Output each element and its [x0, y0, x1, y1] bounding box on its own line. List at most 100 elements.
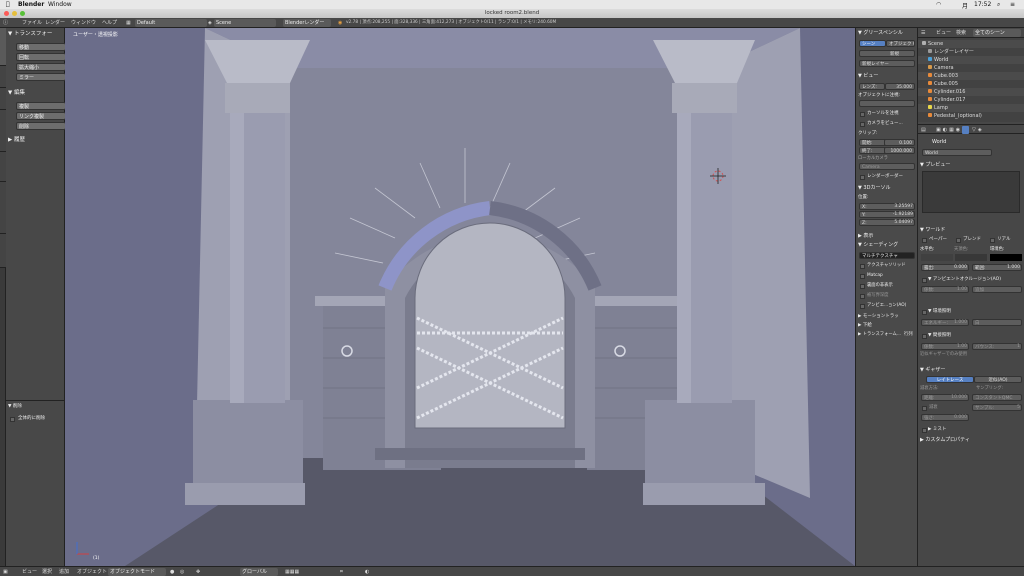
env-light-panel-header[interactable]: ▼ 環境照明 [928, 308, 951, 316]
search-icon[interactable]: ⌕ [997, 1, 1000, 9]
lock-cursor-checkbox[interactable] [860, 112, 865, 117]
ao-factor-value[interactable]: 1.00 [948, 286, 969, 293]
menu-render[interactable]: レンダー [45, 19, 65, 27]
background-panel-header[interactable]: ▶ 下絵 [858, 322, 872, 330]
blend-sky-checkbox[interactable] [956, 238, 961, 243]
ao-checkbox[interactable] [922, 278, 927, 283]
manipulator-icon[interactable]: ✥ [196, 568, 200, 576]
menu-list-icon[interactable]: ≡ [1010, 1, 1015, 8]
outliner-menu-view[interactable]: ビュー [936, 29, 951, 37]
clip-start-value[interactable]: 0.100 [884, 139, 915, 146]
editor-type-icon[interactable]: ⓘ [3, 19, 8, 27]
approximate-button[interactable]: 近似(AO) [974, 376, 1022, 383]
gather-panel-header[interactable]: ▼ ギャザー [920, 366, 945, 374]
mirror-button[interactable]: ミラー [16, 73, 66, 81]
world-panel-header[interactable]: ▼ ワールド [920, 226, 945, 234]
outliner-editor-icon[interactable]: ☰ [921, 29, 925, 37]
camera-view-checkbox[interactable] [860, 122, 865, 127]
strength-value[interactable]: 0.000 [944, 414, 969, 421]
render-icon[interactable]: ◐ [365, 568, 369, 576]
paper-sky-checkbox[interactable] [922, 238, 927, 243]
outliner-row[interactable]: Scene [918, 40, 1024, 48]
delete-operator-header[interactable]: ▼ 削除 [8, 403, 22, 411]
lens-value[interactable]: 35.000 [885, 83, 915, 90]
cursor-panel-header[interactable]: ▼ 3Dカーソル [858, 184, 890, 192]
close-icon[interactable] [4, 11, 9, 16]
backface-checkbox[interactable] [860, 284, 865, 289]
menu-app-blender[interactable]: Blender [18, 1, 44, 8]
delete-global-checkbox[interactable] [10, 417, 15, 422]
env-light-checkbox[interactable] [922, 310, 927, 315]
zenith-color-swatch[interactable] [955, 254, 987, 261]
menu-file[interactable]: ファイル [22, 19, 42, 27]
transform-orient-header[interactable]: ▶ トランスフォーム... [858, 331, 901, 339]
layout-icon[interactable]: ▦ [126, 19, 131, 27]
pivot-icon[interactable]: ◎ [180, 568, 184, 576]
scale-button[interactable]: 拡大縮小 [16, 63, 66, 71]
delete-button[interactable]: 削除 [16, 122, 66, 130]
dof-checkbox[interactable] [860, 294, 865, 299]
zoom-icon[interactable] [20, 11, 25, 16]
lock-object-field[interactable] [859, 100, 915, 107]
layout-select[interactable]: Default [135, 19, 207, 27]
range-value[interactable]: 1.000 [992, 264, 1022, 271]
outliner-row[interactable]: World [918, 56, 1024, 64]
engine-select[interactable]: Blenderレンダー [283, 19, 331, 27]
grease-new-button[interactable]: 新規 [859, 50, 915, 57]
outliner-filter-select[interactable]: 全てのシーン [973, 29, 1021, 37]
outliner-row[interactable]: Lamp [918, 104, 1024, 112]
minimize-icon[interactable] [12, 11, 17, 16]
falloff-checkbox[interactable] [922, 406, 927, 411]
edit-panel-header[interactable]: ▼ 編集 [8, 89, 25, 97]
transform-panel-header[interactable]: ▼ トランスフォー [8, 30, 52, 38]
sampling-select[interactable]: コンスタントQMC [972, 394, 1022, 401]
vp-menu-add[interactable]: 追加 [59, 568, 69, 576]
horizon-color-swatch[interactable] [921, 254, 953, 261]
grease-pencil-header[interactable]: ▼ グリースペンシル [858, 29, 903, 37]
shading-icon[interactable]: ● [170, 568, 174, 576]
grease-tab-scene[interactable]: シーン [859, 40, 886, 47]
orientation-select[interactable]: グローバル [240, 568, 278, 576]
outliner-row[interactable]: Cylinder.016 [918, 88, 1024, 96]
outliner-row[interactable]: レンダーレイヤー [918, 48, 1024, 56]
exposure-value[interactable]: 0.000 [942, 264, 969, 271]
snap-icon[interactable]: ⌗ [340, 568, 343, 576]
outliner-row[interactable]: Cube.003 [918, 72, 1024, 80]
menu-window[interactable]: Window [48, 1, 72, 8]
mist-checkbox[interactable] [922, 428, 927, 433]
context-tab-icons[interactable]: ▣◐▦◉ [936, 126, 962, 134]
3d-viewport[interactable]: ユーザー・透視投影 (1) [65, 28, 855, 566]
vp-menu-select[interactable]: 選択 [42, 568, 52, 576]
outliner-row[interactable]: Pedestal_(optional) [918, 112, 1024, 120]
vp-menu-object[interactable]: オブジェクト [77, 568, 107, 576]
indirect-panel-header[interactable]: ▼ 間接照明 [928, 332, 951, 340]
ao-mode-select[interactable]: 追加 [972, 286, 1022, 293]
mode-select[interactable]: オブジェクトモード [108, 568, 166, 576]
clip-end-value[interactable]: 1000.000 [884, 147, 915, 154]
scene-icon[interactable]: ◈ [208, 19, 212, 27]
grease-tab-object[interactable]: オブジェクト [886, 40, 915, 47]
texture-solid-checkbox[interactable] [860, 264, 865, 269]
distance-value[interactable]: 10.000 [944, 394, 969, 401]
menu-help[interactable]: ヘルプ [102, 19, 117, 27]
new-layer-button[interactable]: 新規レイヤー [859, 60, 915, 67]
raytrace-button[interactable]: レイトレース [926, 376, 974, 383]
outliner-row[interactable]: Camera [918, 64, 1024, 72]
ind-factor-value[interactable]: 1.00 [948, 343, 969, 350]
custom-props-header[interactable]: ▶ カスタムプロパティ [920, 436, 970, 444]
ao-viewport-checkbox[interactable] [860, 304, 865, 309]
real-sky-checkbox[interactable] [990, 238, 995, 243]
env-energy-value[interactable]: 1.000 [948, 319, 969, 326]
ao-panel-header[interactable]: ▼ アンビエントオクルージョン(AO) [928, 276, 1001, 284]
render-border-checkbox[interactable] [860, 175, 865, 180]
outliner-row[interactable]: Cube.005 [918, 80, 1024, 88]
shading-mode-select[interactable]: マルチテクスチャ [859, 252, 915, 259]
samples-value[interactable]: 5 [1006, 404, 1022, 411]
layers-icon[interactable]: ▦▦▦ [285, 568, 299, 576]
motion-panel-header[interactable]: ▶ モーショントラッ [858, 313, 899, 321]
ambient-color-swatch[interactable] [990, 254, 1022, 261]
local-camera-field[interactable]: Camera [859, 163, 915, 170]
world-tab-icon[interactable] [962, 126, 969, 134]
view-panel-header[interactable]: ▼ ビュー [858, 72, 878, 80]
duplicate-button[interactable]: 複製 [16, 102, 66, 110]
